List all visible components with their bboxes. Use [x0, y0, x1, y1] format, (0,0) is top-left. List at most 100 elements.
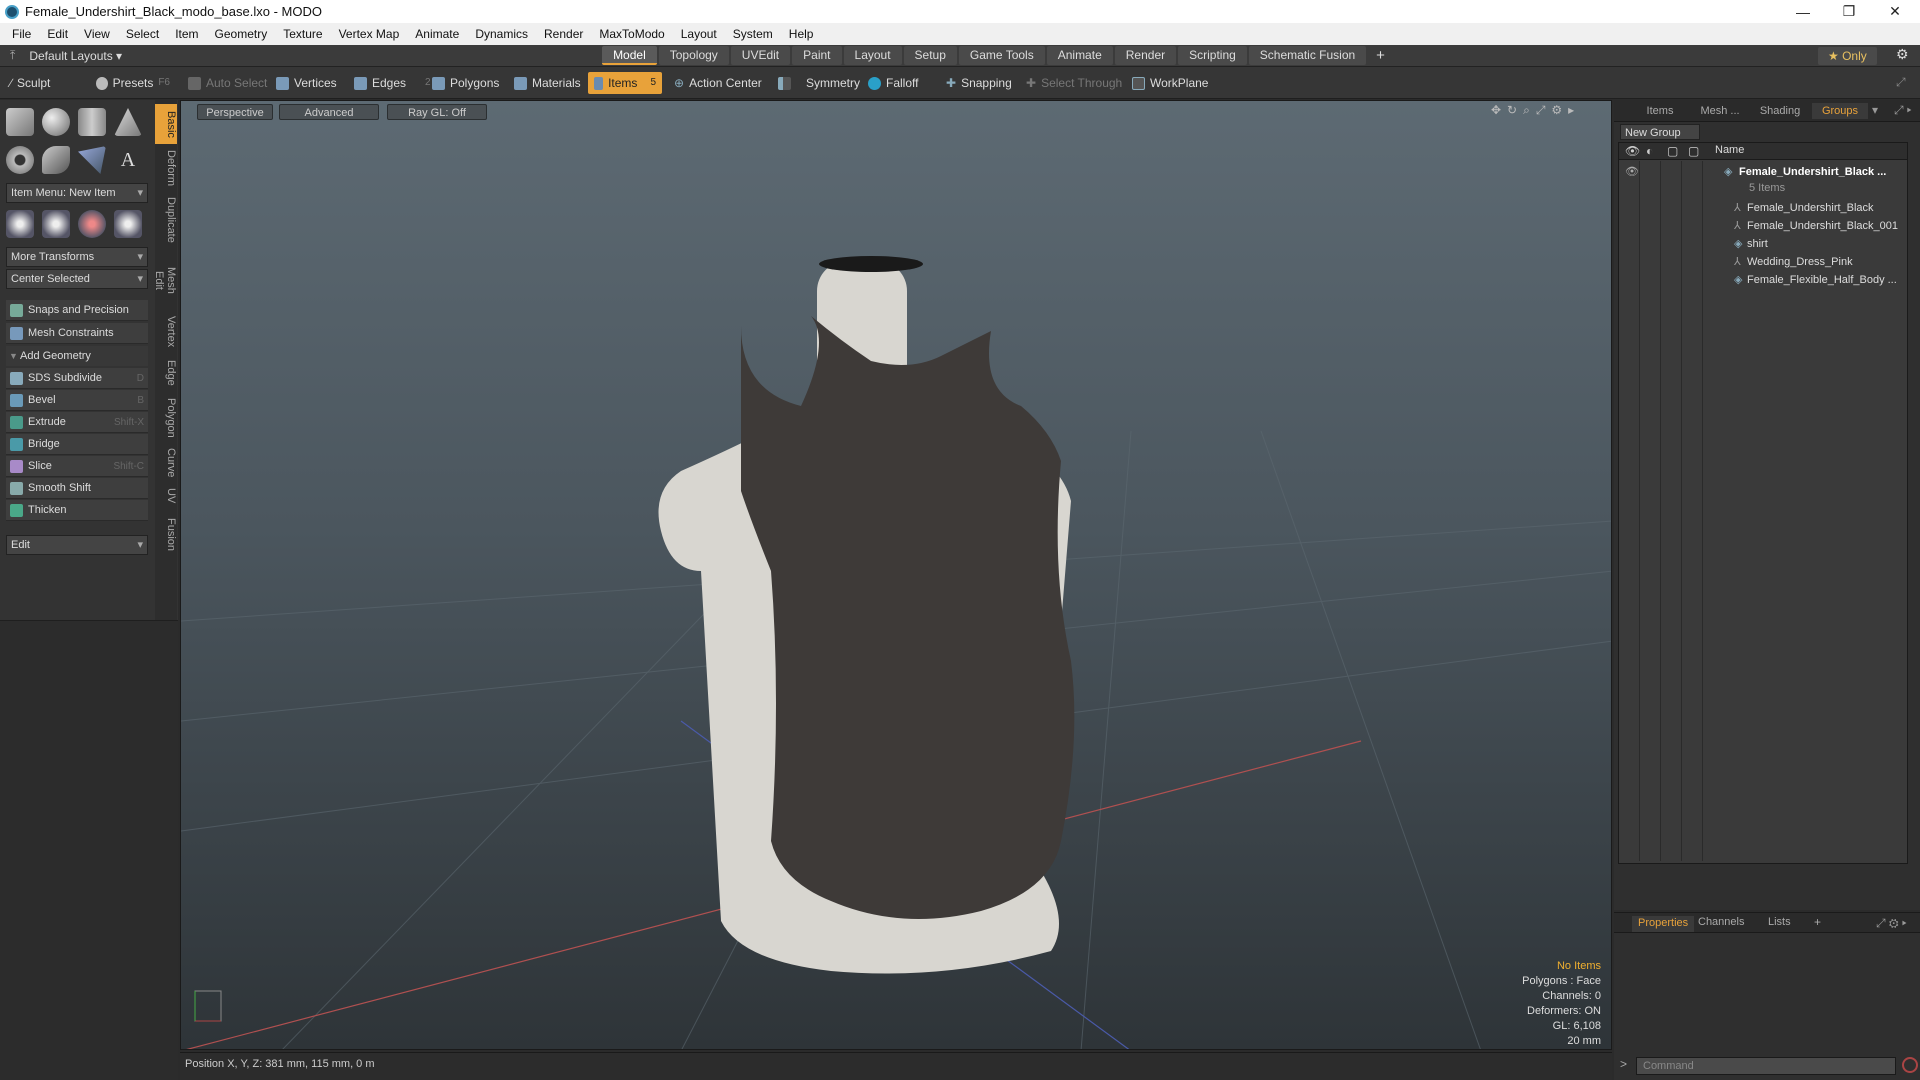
menu-file[interactable]: File — [4, 23, 39, 45]
slice-button[interactable]: Slice Shift-C — [6, 456, 148, 477]
vtab-polygon[interactable]: Polygon — [155, 394, 177, 440]
tab-setup[interactable]: Setup — [903, 46, 957, 65]
text-tool-icon[interactable]: A — [114, 146, 142, 174]
sphere-icon[interactable] — [42, 108, 70, 136]
list-item[interactable]: ◈ shirt — [1619, 235, 1909, 253]
vtab-edge[interactable]: Edge — [155, 356, 177, 390]
falloff-button[interactable]: Falloff — [862, 72, 924, 94]
tab-game-tools[interactable]: Game Tools — [958, 46, 1045, 65]
menu-view[interactable]: View — [76, 23, 118, 45]
thicken-button[interactable]: Thicken — [6, 500, 148, 521]
add-tab-button[interactable]: + — [1376, 47, 1385, 64]
auto-select-button[interactable]: Auto Select — [182, 72, 273, 94]
menu-dynamics[interactable]: Dynamics — [467, 23, 536, 45]
capsule-icon[interactable] — [42, 146, 70, 174]
menu-texture[interactable]: Texture — [275, 23, 330, 45]
vtab-deform[interactable]: Deform — [155, 146, 177, 188]
select-through-button[interactable]: ✚ Select Through — [1020, 72, 1128, 94]
expand-panel-icon[interactable]: ⤢ ▸ — [1894, 103, 1912, 118]
list-item[interactable]: ⅄ Female_Undershirt_Black — [1619, 199, 1909, 217]
tab-channels[interactable]: Channels — [1698, 916, 1744, 928]
add-tab-button[interactable]: + — [1814, 915, 1821, 929]
more-transforms-dropdown[interactable]: More Transforms — [6, 247, 148, 267]
tab-properties[interactable]: Properties — [1632, 916, 1695, 932]
edit-dropdown[interactable]: Edit — [6, 535, 148, 555]
tab-lists[interactable]: Lists — [1768, 916, 1791, 928]
render-column-icon[interactable]: ◐ — [1646, 144, 1653, 158]
rotate-tool-icon[interactable] — [42, 210, 70, 238]
mesh-constraints-button[interactable]: Mesh Constraints — [6, 323, 148, 344]
menu-geometry[interactable]: Geometry — [207, 23, 276, 45]
3d-viewport[interactable]: Perspective Advanced Ray GL: Off ✥↻⌕⤢⚙▸ — [180, 100, 1612, 1050]
panel-menu-icon[interactable]: ▾ — [1872, 103, 1878, 117]
center-selected-dropdown[interactable]: Center Selected — [6, 269, 148, 289]
vtab-curve[interactable]: Curve — [155, 444, 177, 480]
menu-maxtomodo[interactable]: MaxToModo — [591, 23, 672, 45]
menu-render[interactable]: Render — [536, 23, 591, 45]
name-column-header[interactable]: Name — [1715, 144, 1744, 156]
cube-icon[interactable] — [6, 108, 34, 136]
vtab-vertex[interactable]: Vertex — [155, 312, 177, 352]
vtab-basic[interactable]: Basic — [155, 104, 177, 144]
action-center-button[interactable]: ⊕ Action Center — [668, 72, 768, 94]
menu-edit[interactable]: Edit — [39, 23, 76, 45]
extrude-button[interactable]: Extrude Shift-X — [6, 412, 148, 433]
sculpt-button[interactable]: ∕ Sculpt — [4, 72, 88, 94]
snapping-button[interactable]: ✚ Snapping — [940, 72, 1018, 94]
vtab-fusion[interactable]: Fusion — [155, 514, 177, 554]
workplane-button[interactable]: WorkPlane — [1126, 72, 1214, 94]
polygons-button[interactable]: Polygons — [426, 72, 505, 94]
menu-select[interactable]: Select — [118, 23, 167, 45]
bevel-button[interactable]: Bevel B — [6, 390, 148, 411]
gear-icon[interactable]: ⚙ — [1896, 46, 1909, 63]
menu-system[interactable]: System — [725, 23, 781, 45]
tab-mesh[interactable]: Mesh ... — [1692, 103, 1748, 119]
vtab-mesh-edit[interactable]: Mesh Edit — [153, 252, 177, 308]
tab-shading[interactable]: Shading — [1752, 103, 1808, 119]
lock-column-icon[interactable]: ▢ — [1667, 144, 1678, 158]
menu-vertex-map[interactable]: Vertex Map — [331, 23, 408, 45]
vtab-duplicate[interactable]: Duplicate — [155, 192, 177, 248]
smooth-shift-button[interactable]: Smooth Shift — [6, 478, 148, 499]
default-layouts-dropdown[interactable]: Default Layouts ▾ — [29, 49, 122, 63]
expand-toolbar-icon[interactable]: ⤢ — [1896, 75, 1906, 90]
menu-animate[interactable]: Animate — [407, 23, 467, 45]
tab-model[interactable]: Model — [602, 46, 657, 65]
list-item[interactable]: ◈ Female_Flexible_Half_Body ... — [1619, 271, 1909, 289]
select-column-icon[interactable]: ▢ — [1688, 144, 1699, 158]
move-tool-icon[interactable] — [6, 210, 34, 238]
layout-pin-icon[interactable]: ⤒ — [10, 48, 15, 63]
tab-items[interactable]: Items — [1632, 103, 1688, 119]
panel-settings-icon[interactable]: ⤢ ⚙ ▸ — [1876, 916, 1907, 931]
tab-layout[interactable]: Layout — [843, 46, 902, 65]
scale-tool-icon[interactable] — [78, 210, 106, 238]
only-toggle[interactable]: ★ Only — [1818, 47, 1877, 65]
tab-topology[interactable]: Topology — [658, 46, 729, 65]
sds-subdivide-button[interactable]: SDS Subdivide D — [6, 368, 148, 389]
list-item[interactable]: ⅄ Female_Undershirt_Black_001 — [1619, 217, 1909, 235]
minimize-button[interactable]: — — [1780, 0, 1826, 23]
new-group-button[interactable]: New Group — [1620, 124, 1700, 140]
tab-paint[interactable]: Paint — [792, 46, 842, 65]
item-menu-dropdown[interactable]: Item Menu: New Item — [6, 183, 148, 203]
tab-groups[interactable]: Groups — [1812, 103, 1868, 119]
tab-uvedit[interactable]: UVEdit — [730, 46, 791, 65]
tab-schematic-fusion[interactable]: Schematic Fusion — [1248, 46, 1367, 65]
items-button[interactable]: Items 5 — [588, 72, 662, 94]
materials-button[interactable]: Materials — [508, 72, 587, 94]
torus-icon[interactable] — [6, 146, 34, 174]
menu-item[interactable]: Item — [167, 23, 206, 45]
tab-scripting[interactable]: Scripting — [1178, 46, 1247, 65]
bridge-button[interactable]: Bridge — [6, 434, 148, 455]
presets-button[interactable]: Presets F6 — [90, 72, 176, 94]
menu-layout[interactable]: Layout — [673, 23, 725, 45]
snaps-precision-button[interactable]: Snaps and Precision — [6, 300, 148, 321]
vtab-uv[interactable]: UV — [155, 484, 177, 508]
close-button[interactable]: ✕ — [1872, 0, 1918, 23]
add-geometry-section[interactable]: ▼ Add Geometry — [6, 346, 148, 366]
maximize-button[interactable]: ❐ — [1826, 0, 1872, 23]
menu-help[interactable]: Help — [781, 23, 822, 45]
command-input[interactable]: Command — [1636, 1057, 1896, 1075]
pen-tool-icon[interactable] — [78, 146, 106, 174]
record-icon[interactable] — [1902, 1057, 1918, 1073]
